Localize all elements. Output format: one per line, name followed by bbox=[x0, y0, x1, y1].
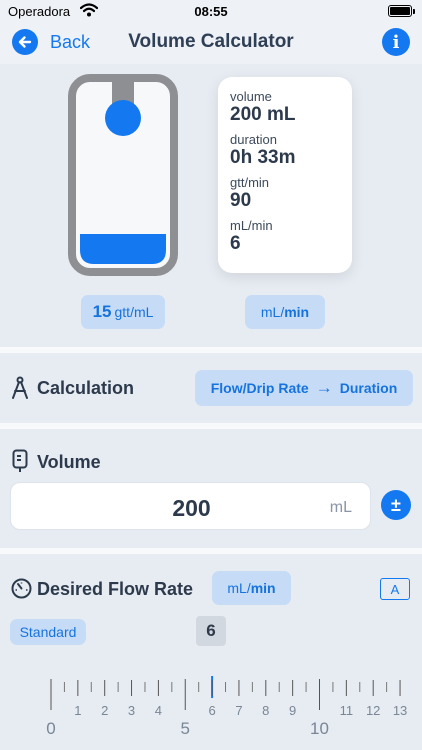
flow-rate-ruler-slider[interactable]: 01 2 3 456 7 8 91011 12 13 bbox=[0, 676, 422, 746]
result-drip-rate-label: gtt/min bbox=[230, 175, 270, 190]
volume-title: Volume bbox=[37, 452, 101, 472]
rate-unit-prefix: mL/ bbox=[260, 304, 285, 320]
flow-rate-unit-prefix: mL/ bbox=[227, 580, 251, 596]
current-value-badge: 6 bbox=[196, 616, 226, 646]
flow-rate-unit-button[interactable]: mL/ min bbox=[212, 571, 291, 605]
info-icon: i bbox=[392, 31, 400, 53]
ruler-major-label: 0 bbox=[46, 719, 55, 738]
status-time: 08:55 bbox=[194, 4, 228, 19]
ruler-major-label: 10 bbox=[310, 719, 329, 738]
result-volume-label: volume bbox=[230, 89, 272, 104]
rate-unit-bold: min bbox=[284, 304, 310, 320]
ruler-minor-label: 2 bbox=[101, 703, 108, 718]
gauge-icon bbox=[11, 578, 32, 604]
result-duration-label: duration bbox=[230, 132, 277, 147]
drop-factor-value: 15 bbox=[92, 302, 112, 321]
ruler-minor-label: 12 bbox=[366, 703, 380, 718]
mode-from-label: Flow/Drip Rate bbox=[210, 380, 309, 396]
fluid-level bbox=[80, 234, 166, 264]
keyboard-icon: A bbox=[390, 581, 400, 597]
ruler-minor-label: 4 bbox=[155, 703, 162, 718]
status-bar: Operadora 08:55 bbox=[0, 0, 422, 22]
calculation-mode-button[interactable]: Flow/Drip Rate → Duration bbox=[195, 370, 413, 406]
rate-unit-button[interactable]: mL/ min bbox=[245, 295, 325, 329]
iv-bag-icon bbox=[12, 449, 28, 478]
plus-minus-button[interactable]: ± bbox=[381, 490, 411, 520]
navigation-bar: Back Volume Calculator i bbox=[0, 22, 422, 64]
battery-icon bbox=[388, 5, 415, 17]
drop-icon bbox=[105, 100, 141, 136]
volume-input-value: 200 bbox=[172, 495, 211, 521]
results-card: volume 200 mL duration 0h 33m gtt/min 90… bbox=[218, 77, 352, 273]
drop-factor-button[interactable]: 15 gtt/mL bbox=[81, 295, 165, 329]
info-button[interactable]: i bbox=[382, 28, 410, 56]
standard-preset-button[interactable]: Standard bbox=[10, 619, 86, 645]
compass-icon bbox=[10, 376, 30, 405]
ruler-minor-label: 11 bbox=[340, 703, 354, 718]
current-value: 6 bbox=[206, 621, 216, 640]
result-flow-rate-label: mL/min bbox=[230, 218, 273, 233]
keyboard-input-button[interactable]: A bbox=[380, 578, 410, 600]
plus-minus-icon: ± bbox=[391, 494, 401, 515]
volume-input[interactable]: 200 mL bbox=[10, 482, 371, 530]
arrow-right-icon: → bbox=[315, 378, 333, 397]
ruler-minor-label: 3 bbox=[128, 703, 135, 718]
drip-chamber-illustration bbox=[68, 74, 178, 276]
calculation-title: Calculation bbox=[37, 378, 135, 398]
flow-rate-unit-bold: min bbox=[250, 580, 276, 596]
mode-to-label: Duration bbox=[339, 380, 398, 396]
volume-input-unit: mL bbox=[329, 499, 352, 516]
result-flow-rate-value: 6 bbox=[230, 233, 241, 254]
ruler-minor-label: 6 bbox=[208, 703, 215, 718]
result-drip-rate-value: 90 bbox=[230, 190, 252, 211]
ruler-major-label: 5 bbox=[181, 719, 190, 738]
infusion-visual-section bbox=[0, 64, 422, 347]
ruler-minor-label: 9 bbox=[289, 703, 296, 718]
flow-rate-title: Desired Flow Rate bbox=[37, 579, 194, 599]
drop-factor-unit: gtt/mL bbox=[114, 304, 154, 320]
standard-preset-label: Standard bbox=[19, 624, 77, 640]
ruler-minor-label: 8 bbox=[262, 703, 269, 718]
ruler-minor-label: 1 bbox=[74, 703, 81, 718]
result-volume-value: 200 mL bbox=[230, 104, 296, 125]
page-title: Volume Calculator bbox=[128, 31, 294, 52]
result-duration-value: 0h 33m bbox=[230, 147, 296, 168]
ruler-minor-label: 13 bbox=[393, 703, 407, 718]
ruler-minor-label: 7 bbox=[235, 703, 242, 718]
